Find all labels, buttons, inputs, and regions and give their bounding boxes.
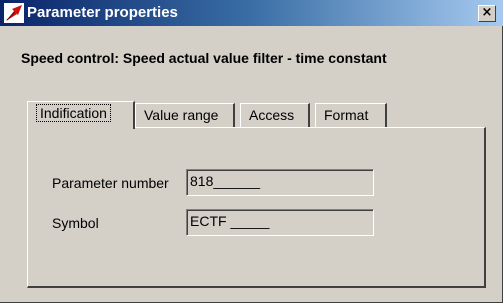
tab-indification[interactable]: Indification [27, 101, 135, 129]
tab-label: Value range [144, 107, 219, 123]
parameter-number-field[interactable]: 818______ [186, 169, 374, 196]
tab-value-range[interactable]: Value range [135, 103, 235, 129]
tab-format[interactable]: Format [315, 103, 387, 129]
title-bar[interactable]: Parameter properties × [0, 0, 503, 26]
tab-label: Indification [36, 104, 111, 122]
tab-label: Access [249, 107, 295, 123]
parameter-description: Speed control: Speed actual value filter… [21, 50, 387, 66]
parameter-app-icon [4, 3, 24, 23]
window-title: Parameter properties [27, 4, 178, 21]
tab-label: Format [324, 107, 369, 123]
parameter-number-label: Parameter number [52, 175, 169, 191]
tab-panel-indification: Parameter number 818______ Symbol ECTF _… [27, 127, 486, 288]
close-button[interactable]: × [478, 5, 496, 22]
symbol-label: Symbol [52, 215, 99, 231]
tab-access[interactable]: Access [240, 103, 310, 129]
close-icon: × [481, 5, 493, 20]
symbol-field[interactable]: ECTF _____ [186, 209, 374, 236]
parameter-properties-dialog: Parameter properties × Speed control: Sp… [0, 0, 503, 303]
